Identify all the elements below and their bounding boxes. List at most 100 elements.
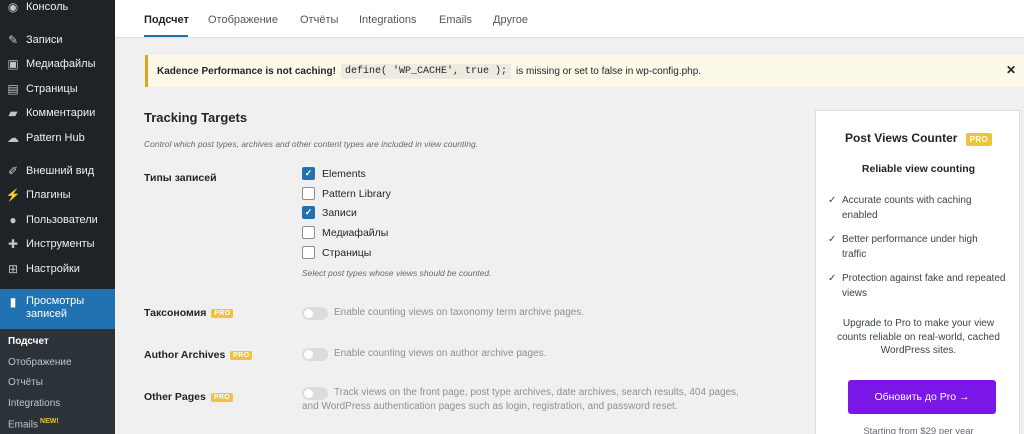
- other-pages-toggle-row: Track views on the front page, post type…: [302, 386, 739, 414]
- toggle-knob: [304, 309, 313, 318]
- sidebar-item-label: Плагины: [26, 189, 71, 201]
- wrench-icon: ✚: [7, 237, 19, 251]
- taxonomy-label: Таксономия PRO: [144, 307, 234, 319]
- pro-badge: PRO: [230, 350, 253, 360]
- sidebar-item-label: Комментарии: [26, 107, 96, 119]
- sidebar-item-dashboard[interactable]: ◉ Консоль: [0, 0, 115, 18]
- submenu-item-reports[interactable]: Отчёты: [8, 377, 43, 388]
- notice-code: define( 'WP_CACHE', true );: [340, 63, 511, 79]
- option-label: Elements: [322, 167, 366, 180]
- option-label: Медиафайлы: [322, 226, 389, 239]
- check-icon: ✓: [828, 234, 837, 245]
- sidebar-item-users[interactable]: ● Пользователи: [0, 209, 115, 231]
- comment-icon: ▰: [8, 106, 18, 120]
- sidebar-item-label: Внешний вид: [26, 165, 95, 177]
- admin-sidebar: ◉ Консоль ✎ Записи ▣ Медиафайлы ▤ Страни…: [0, 0, 115, 434]
- checkbox-checked[interactable]: ✓: [302, 167, 315, 180]
- sidebar-item-pattern-hub[interactable]: ☁ Pattern Hub: [0, 127, 115, 149]
- submenu-item-counting[interactable]: Подсчет: [8, 336, 49, 347]
- page-icon: ▤: [7, 82, 19, 96]
- pin-icon: ✎: [7, 33, 19, 47]
- post-types-hint: Select post types whose views should be …: [302, 268, 492, 278]
- promo-note-line: Upgrade to Pro to make your view: [842, 318, 995, 329]
- taxonomy-toggle-row: Enable counting views on taxonomy term a…: [302, 306, 584, 320]
- author-toggle-row: Enable counting views on author archive …: [302, 347, 546, 361]
- tab-integrations[interactable]: Integrations: [359, 14, 416, 26]
- post-type-option-posts[interactable]: ✓ Записи: [302, 206, 357, 219]
- settings-icon: ⊞: [7, 262, 19, 276]
- post-type-option-elements[interactable]: ✓ Elements: [302, 167, 366, 180]
- promo-price: Starting from $29 per year: [863, 426, 974, 434]
- post-type-option-media[interactable]: Медиафайлы: [302, 226, 388, 239]
- notice-title: Kadence Performance is not caching!: [157, 65, 336, 77]
- check-icon: ✓: [828, 273, 837, 284]
- sidebar-item-tools[interactable]: ✚ Инструменты: [0, 233, 115, 255]
- post-type-option-pages[interactable]: Страницы: [302, 246, 371, 259]
- sidebar-item-post-views[interactable]: ▮ Просмотры записей: [0, 289, 115, 333]
- cache-warning-notice: Kadence Performance is not caching! defi…: [145, 55, 1024, 87]
- feature-line: views: [842, 288, 868, 299]
- sidebar-item-label: Консоль: [26, 1, 69, 13]
- tab-display[interactable]: Отображение: [208, 14, 278, 26]
- checkbox-unchecked[interactable]: [302, 246, 315, 259]
- promo-title: Post Views Counter PRO: [816, 131, 1021, 146]
- row-label-text: Other Pages: [144, 391, 206, 403]
- promo-feature: ✓ Protection against fake and repeated vi…: [828, 271, 1008, 301]
- option-label: Страницы: [322, 246, 372, 259]
- submenu-item-label: Emails: [8, 419, 39, 431]
- other-pages-label: Other Pages PRO: [144, 391, 233, 403]
- post-type-option-pattern-library[interactable]: Pattern Library: [302, 187, 391, 200]
- feature-line: Protection against fake and repeated: [842, 273, 1006, 284]
- feature-line: enabled: [842, 210, 878, 221]
- tab-counting[interactable]: Подсчет: [144, 14, 189, 26]
- submenu-item-emails[interactable]: Emails NEW!: [8, 418, 59, 430]
- taxonomy-toggle[interactable]: [302, 307, 328, 320]
- pro-badge: PRO: [965, 133, 993, 146]
- sidebar-submenu: Подсчет Отображение Отчёты Integrations …: [0, 329, 115, 434]
- toggle-knob: [304, 389, 313, 398]
- dashboard-icon: ◉: [7, 0, 19, 14]
- new-badge: NEW!: [40, 418, 59, 425]
- toggle-knob: [304, 350, 313, 359]
- check-icon: ✓: [828, 195, 837, 206]
- plugin-icon: ⚡: [5, 188, 21, 202]
- submenu-item-integrations[interactable]: Integrations: [8, 398, 60, 409]
- sidebar-item-label: Записи: [26, 34, 63, 46]
- close-icon[interactable]: ✕: [1006, 63, 1016, 77]
- feature-text: Accurate counts with caching enabled: [842, 193, 972, 223]
- checkbox-unchecked[interactable]: [302, 187, 315, 200]
- tab-reports[interactable]: Отчёты: [300, 14, 338, 26]
- sidebar-item-comments[interactable]: ▰ Комментарии: [0, 102, 115, 124]
- submenu-item-display[interactable]: Отображение: [8, 357, 72, 368]
- sidebar-item-label: Пользователи: [26, 214, 98, 226]
- checkbox-checked[interactable]: ✓: [302, 206, 315, 219]
- post-types-label: Типы записей: [144, 172, 217, 184]
- upgrade-to-pro-button[interactable]: Обновить до Pro →: [848, 380, 996, 414]
- sidebar-item-pages[interactable]: ▤ Страницы: [0, 78, 115, 100]
- other-pages-toggle[interactable]: [302, 387, 328, 400]
- sidebar-item-label: Медиафайлы: [26, 58, 96, 70]
- sidebar-item-label: Инструменты: [26, 238, 95, 250]
- sidebar-item-posts[interactable]: ✎ Записи: [0, 29, 115, 51]
- sidebar-item-appearance[interactable]: ✐ Внешний вид: [0, 160, 115, 182]
- sidebar-item-settings[interactable]: ⊞ Настройки: [0, 258, 115, 280]
- toggle-text-line: and WordPress authentication pages such …: [302, 401, 678, 412]
- media-icon: ▣: [7, 57, 19, 71]
- sidebar-item-label: Страницы: [26, 83, 78, 95]
- user-icon: ●: [9, 213, 17, 227]
- tab-other[interactable]: Другое: [493, 14, 528, 26]
- sidebar-item-plugins[interactable]: ⚡ Плагины: [0, 184, 115, 206]
- feature-line: traffic: [842, 249, 867, 260]
- notice-text: is missing or set to false in wp-config.…: [515, 65, 702, 77]
- feature-line: Better performance under high: [842, 234, 978, 245]
- author-archives-toggle[interactable]: [302, 348, 328, 361]
- checkbox-unchecked[interactable]: [302, 226, 315, 239]
- feature-text: Better performance under high traffic: [842, 232, 978, 262]
- option-label: Pattern Library: [322, 187, 391, 200]
- author-archives-label: Author Archives PRO: [144, 349, 253, 361]
- toggle-text-block: Track views on the front page, post type…: [302, 386, 739, 414]
- active-tab-indicator: [144, 35, 188, 37]
- section-description: Control which post types, archives and o…: [144, 139, 479, 149]
- tab-emails[interactable]: Emails: [439, 14, 472, 26]
- sidebar-item-media[interactable]: ▣ Медиафайлы: [0, 53, 115, 75]
